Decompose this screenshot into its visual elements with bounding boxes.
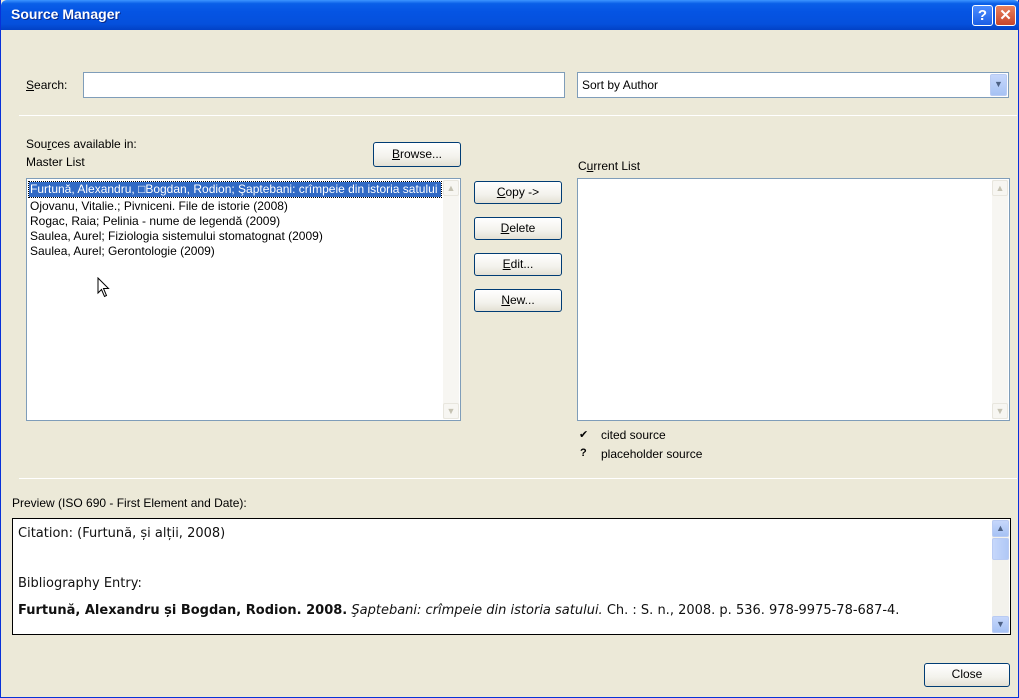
master-list-item[interactable]: Rogac, Raia; Pelinia - nume de legendă (… (29, 214, 280, 229)
help-icon: ? (977, 7, 988, 24)
current-list-label: Current List (578, 159, 641, 173)
sort-select[interactable]: Sort by Author ▼ (577, 72, 1009, 98)
current-list-scrollbar[interactable]: ▲ ▼ (992, 180, 1008, 419)
question-mark-icon: ? (580, 447, 587, 459)
preview-box[interactable]: Citation: (Furtună, și alții, 2008) Bibl… (12, 518, 1011, 635)
divider (19, 478, 1017, 479)
master-list-label: Master List (26, 155, 85, 169)
search-label: Search: (26, 78, 68, 92)
edit-button[interactable]: Edit... (474, 253, 562, 276)
current-list[interactable]: ▲ ▼ (577, 178, 1010, 421)
cited-source-label: cited source (601, 428, 666, 442)
browse-button[interactable]: Browse... (373, 142, 461, 167)
close-icon: ✕ (999, 7, 1012, 24)
scroll-down-icon[interactable]: ▼ (992, 403, 1008, 419)
master-list[interactable]: Furtună, Alexandru, □Bogdan, Rodion; Şap… (26, 178, 461, 421)
help-button[interactable]: ? (972, 5, 993, 26)
source-manager-dialog: Source Manager ? ✕ Search: Sort by Autho… (0, 0, 1019, 698)
close-window-button[interactable]: ✕ (995, 5, 1016, 26)
close-button[interactable]: Close (924, 663, 1010, 687)
placeholder-source-label: placeholder source (601, 447, 703, 461)
new-button[interactable]: New... (474, 289, 562, 312)
preview-citation: Citation: (Furtună, și alții, 2008) (18, 526, 226, 541)
checkmark-icon: ✔ (579, 429, 589, 441)
master-list-item[interactable]: Saulea, Aurel; Fiziologia sistemului sto… (29, 229, 323, 244)
mouse-pointer-icon (97, 277, 110, 298)
master-list-item-selected[interactable]: Furtună, Alexandru, □Bogdan, Rodion; Şap… (28, 181, 460, 198)
divider (19, 115, 1017, 116)
window-title: Source Manager (11, 6, 120, 22)
master-list-item[interactable]: Saulea, Aurel; Gerontologie (2009) (29, 244, 215, 259)
scroll-down-icon[interactable]: ▼ (992, 616, 1009, 633)
scroll-up-icon[interactable]: ▲ (443, 180, 459, 196)
chevron-down-icon[interactable]: ▼ (990, 74, 1007, 96)
preview-label: Preview (ISO 690 - First Element and Dat… (12, 496, 247, 510)
scroll-down-icon[interactable]: ▼ (443, 403, 459, 419)
search-input[interactable] (83, 72, 565, 98)
preview-scrollbar[interactable]: ▲ ▼ (992, 520, 1009, 633)
preview-bibliography-entry: Furtună, Alexandru și Bogdan, Rodion. 20… (18, 603, 900, 618)
scroll-up-icon[interactable]: ▲ (992, 520, 1009, 537)
sources-available-label: Sources available in: (26, 137, 137, 151)
title-bar[interactable]: Source Manager ? ✕ (1, 0, 1019, 30)
master-list-scrollbar[interactable]: ▲ ▼ (443, 180, 459, 419)
copy-button[interactable]: Copy -> (474, 181, 562, 204)
master-list-item[interactable]: Ojovanu, Vitalie.; Pivniceni. File de is… (29, 199, 288, 214)
sort-select-value: Sort by Author (582, 78, 659, 92)
delete-button[interactable]: Delete (474, 217, 562, 240)
preview-bibliography-heading: Bibliography Entry: (18, 576, 142, 591)
scrollbar-thumb[interactable] (992, 538, 1009, 560)
scroll-up-icon[interactable]: ▲ (992, 180, 1008, 196)
